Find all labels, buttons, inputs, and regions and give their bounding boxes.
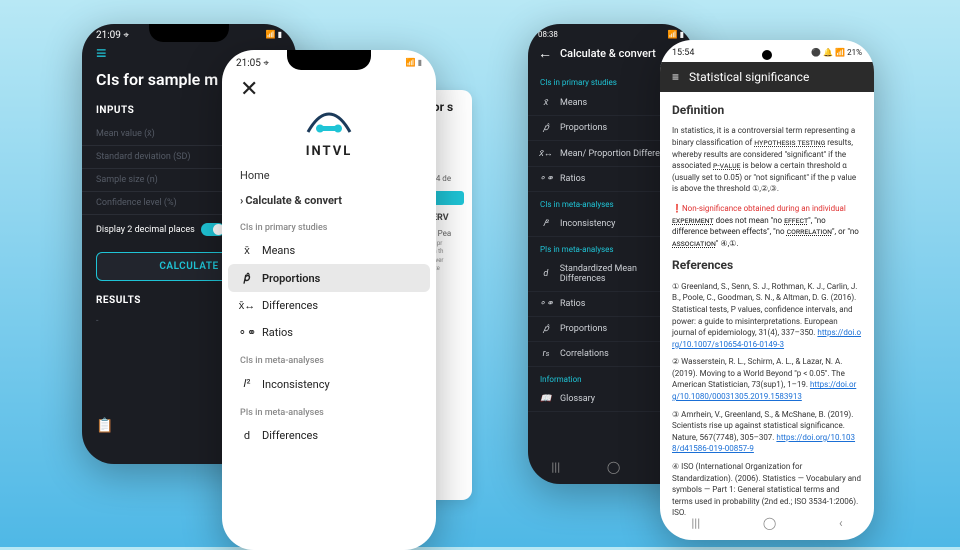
status-icons: 📶 ▮ — [266, 30, 282, 41]
article-content: Definition In statistics, it is a contro… — [660, 92, 874, 535]
home-icon[interactable]: ◯ — [607, 460, 620, 474]
logo-text: INTVL — [222, 144, 436, 159]
nav-diff2[interactable]: dDifferences — [222, 422, 436, 449]
ratios2-icon: ⚬⚭ — [540, 299, 552, 309]
references-heading: References — [672, 257, 862, 274]
inconsistency-icon: 𝐼² — [540, 219, 552, 229]
nav-proportions[interactable]: 𝑝̂Proportions — [228, 264, 430, 292]
status-time: 21:09 ⌖ — [96, 30, 129, 41]
definition-heading: Definition — [672, 102, 862, 119]
group-meta: CIs in meta-analyses — [222, 346, 436, 370]
status-icons: ⚫ 🔔 📶 21% — [811, 48, 862, 58]
status-icons: 📶 ▮ — [668, 30, 684, 39]
chevron-right-icon: › — [240, 194, 243, 207]
recents-icon[interactable]: ||| — [551, 460, 560, 474]
recents-icon[interactable]: ||| — [691, 516, 700, 530]
status-time: 15:54 — [672, 48, 694, 58]
proportions-icon: 𝑝̂ — [540, 123, 552, 133]
corr-icon: rs — [540, 349, 552, 359]
phone-light-drawer: 21:05 ⌖ 📶 ▮ ✕ INTVL Home › Calculate & c… — [222, 50, 436, 550]
proportions2-icon: 𝑝̂ — [540, 324, 552, 334]
home-link[interactable]: Home — [222, 163, 436, 188]
references-list: ① Greenland, S., Senn, S. J., Rothman, K… — [672, 281, 862, 519]
page-title: Calculate & convert — [560, 47, 656, 60]
android-navbar: ||| ◯ ‹ — [660, 512, 874, 534]
group-primary: CIs in primary studies — [222, 213, 436, 237]
smd-icon: d — [540, 269, 552, 279]
status-bar: 08:38 📶 ▮ — [528, 24, 694, 41]
ratios-icon: ⚬⚭ — [240, 326, 254, 339]
diff-icon: x̄↔ — [540, 148, 552, 159]
warning-paragraph: ❗Non-significance obtained during an ind… — [672, 203, 862, 249]
back-nav-icon[interactable]: ‹ — [839, 516, 843, 530]
menu-icon[interactable]: ≡ — [672, 70, 679, 84]
decimals-label: Display 2 decimal places — [96, 225, 195, 235]
means-icon: x̄ — [240, 244, 254, 257]
title-bar: ≡ Statistical significance — [660, 62, 874, 92]
phone-light-significance: 15:54 ⚫ 🔔 📶 21% ≡ Statistical significan… — [660, 40, 874, 540]
means-icon: x̄ — [540, 97, 552, 108]
notch — [287, 50, 371, 70]
status-time: 08:38 — [538, 30, 558, 39]
app-logo: INTVL — [222, 106, 436, 163]
close-icon[interactable]: ✕ — [222, 73, 436, 106]
glossary-icon: 📖 — [540, 394, 552, 404]
clipboard-icon[interactable]: 📋 — [96, 418, 113, 434]
definition-paragraph: In statistics, it is a controversial ter… — [672, 125, 862, 195]
status-time: 21:05 ⌖ — [236, 58, 269, 69]
home-icon[interactable]: ◯ — [763, 516, 776, 530]
proportions-icon: 𝑝̂ — [240, 271, 254, 285]
back-icon[interactable]: ← — [538, 45, 552, 62]
nav-differences[interactable]: x̄↔Differences — [222, 292, 436, 319]
differences-icon: x̄↔ — [240, 299, 254, 312]
group-pmeta: PIs in meta-analyses — [222, 398, 436, 422]
diff2-icon: d — [240, 429, 254, 442]
camera-punch — [762, 50, 772, 60]
calc-convert-link[interactable]: › Calculate & convert — [222, 188, 436, 213]
nav-means[interactable]: x̄Means — [222, 237, 436, 264]
status-icons: 📶 ▮ — [406, 58, 422, 69]
inconsistency-icon: 𝐼² — [240, 377, 254, 391]
nav-ratios[interactable]: ⚬⚭Ratios — [222, 319, 436, 346]
ratios-icon: ⚬⚭ — [540, 174, 552, 184]
nav-inconsistency[interactable]: 𝐼²Inconsistency — [222, 370, 436, 398]
logo-icon — [306, 112, 352, 138]
page-title: Statistical significance — [689, 70, 809, 84]
notch — [149, 24, 229, 42]
